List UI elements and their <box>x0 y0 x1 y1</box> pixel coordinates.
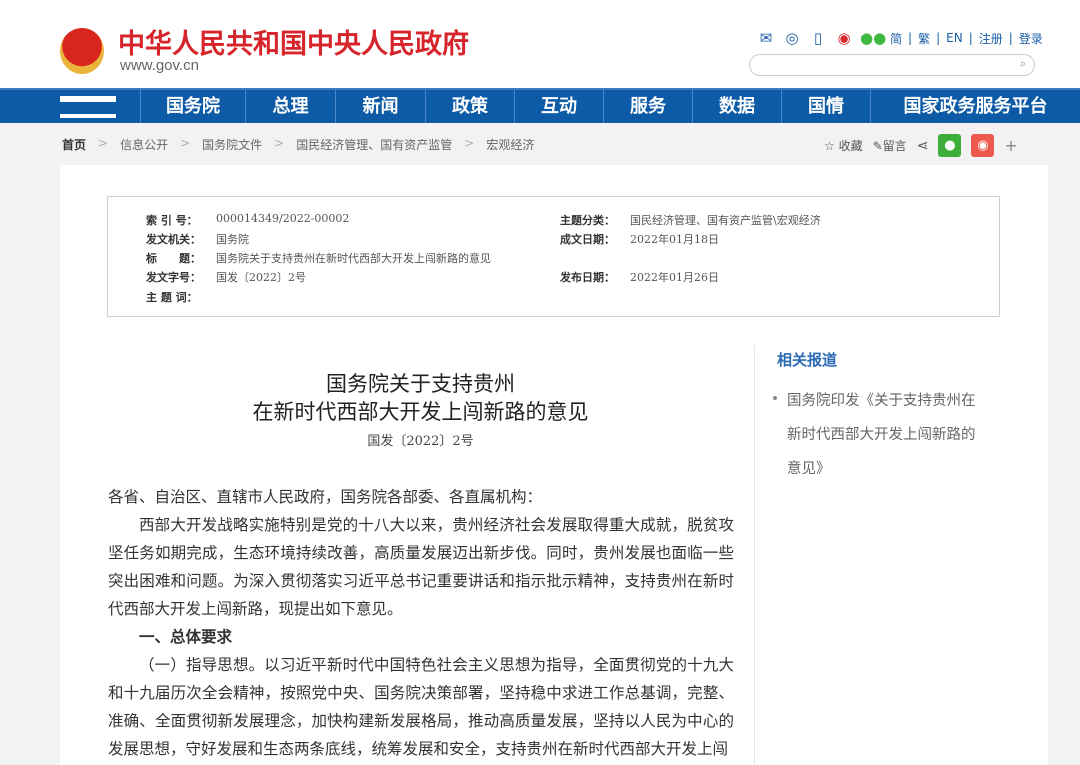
national-emblem-logo[interactable] <box>60 28 104 74</box>
meta-label: 成文日期： <box>560 233 615 246</box>
meta-issuer: 国务院 <box>216 233 249 246</box>
share-icon[interactable]: ⋖ <box>917 138 929 154</box>
nav-item-national-info[interactable]: 国情 <box>781 90 870 123</box>
nav-item-policy[interactable]: 政策 <box>425 90 514 123</box>
breadcrumb-home[interactable]: 首页 <box>62 136 86 153</box>
meta-label: 主题分类： <box>560 214 615 227</box>
top-links: ✉ ◎ ▯ ◉ ●● 简 | 繁 | EN | 注册 | 登录 <box>756 29 1043 47</box>
site-header: 中华人民共和国中央人民政府 www.gov.cn ✉ ◎ ▯ ◉ ●● 简 | 繁… <box>0 0 1080 88</box>
breadcrumb: 首页 > 信息公开 > 国务院文件 > 国民经济管理、国有资产监管 > 宏观经济 <box>62 136 535 153</box>
link-english[interactable]: EN <box>946 31 963 45</box>
search-box: ⌕ <box>749 54 1035 76</box>
meta-docno: 国发〔2022〕2号 <box>216 271 306 284</box>
site-title[interactable]: 中华人民共和国中央人民政府 <box>118 22 469 61</box>
mail-icon[interactable]: ✉ <box>756 29 776 47</box>
search-icon[interactable]: ⌕ <box>1020 57 1026 71</box>
meta-label: 发布日期： <box>560 271 615 284</box>
paragraph: （一）指导思想。以习近平新时代中国特色社会主义思想为指导，全面贯彻党的十九大和十… <box>108 656 734 758</box>
related-reports-sidebar: 相关报道 国务院印发《关于支持贵州在新时代西部大开发上闯新路的意见》 <box>754 345 994 765</box>
article-docno: 国发〔2022〕2号 <box>367 434 474 449</box>
search-input[interactable] <box>760 55 1010 76</box>
star-icon: ☆ <box>824 139 835 153</box>
wechat-icon[interactable]: ●● <box>860 29 886 47</box>
wechat-share-icon[interactable]: ● <box>938 134 962 157</box>
meta-label: 发文字号： <box>146 271 201 284</box>
weibo-icon[interactable]: ◉ <box>834 29 854 47</box>
meta-category: 国民经济管理、国有资产监管\宏观经济 <box>630 214 821 227</box>
comment-button[interactable]: ✎留言 <box>873 137 907 154</box>
mobile-icon[interactable]: ▯ <box>808 29 828 47</box>
favorite-button[interactable]: ☆ 收藏 <box>824 137 863 154</box>
link-simplified[interactable]: 简 <box>890 30 902 47</box>
site-url: www.gov.cn <box>120 57 199 74</box>
nav-item-interaction[interactable]: 互动 <box>514 90 603 123</box>
breadcrumb-item[interactable]: 国务院文件 <box>202 136 262 153</box>
share-tools: ☆ 收藏 ✎留言 ⋖ ● ◉ + <box>824 134 1018 157</box>
meta-label: 标 题： <box>146 252 201 265</box>
meta-label: 发文机关： <box>146 233 201 246</box>
nav-item-news[interactable]: 新闻 <box>335 90 425 123</box>
meta-title: 国务院关于支持贵州在新时代西部大开发上闯新路的意见 <box>216 252 491 265</box>
link-traditional[interactable]: 繁 <box>918 30 930 47</box>
document-meta-box: 索 引 号： 000014349/2022-00002 发文机关： 国务院 标 题：… <box>107 196 1000 317</box>
favorite-label: 收藏 <box>838 139 863 153</box>
related-reports-heading: 相关报道 <box>777 351 838 369</box>
title-line: 在新时代西部大开发上闯新路的意见 <box>252 400 589 424</box>
meta-label: 索 引 号： <box>146 214 198 227</box>
breadcrumb-item[interactable]: 国民经济管理、国有资产监管 <box>296 136 452 153</box>
salutation: 各省、自治区、直辖市人民政府，国务院各部委、各直属机构： <box>108 488 543 506</box>
article-title: 国务院关于支持贵州 在新时代西部大开发上闯新路的意见 <box>108 370 733 426</box>
meta-label: 主 题 词： <box>146 291 198 304</box>
nav-item-services[interactable]: 服务 <box>603 90 692 123</box>
comment-label: 留言 <box>882 139 907 153</box>
section-heading: 一、总体要求 <box>139 627 233 646</box>
nav-item-state-council[interactable]: 国务院 <box>140 90 245 123</box>
nav-item-gov-services-platform[interactable]: 国家政务服务平台 <box>870 90 1080 123</box>
meta-published: 2022年01月26日 <box>630 271 719 284</box>
more-share-button[interactable]: + <box>1004 136 1017 155</box>
meta-created: 2022年01月18日 <box>630 233 719 246</box>
meta-index: 000014349/2022-00002 <box>216 212 350 225</box>
content-panel: 索 引 号： 000014349/2022-00002 发文机关： 国务院 标 题：… <box>60 165 1048 765</box>
message-icon[interactable]: ◎ <box>782 29 802 47</box>
tiananmen-logo-icon[interactable] <box>0 90 140 123</box>
main-nav: 国务院 总理 新闻 政策 互动 服务 数据 国情 国家政务服务平台 <box>0 88 1080 123</box>
breadcrumb-item[interactable]: 宏观经济 <box>486 136 534 153</box>
article-body: 各省、自治区、直辖市人民政府，国务院各部委、各直属机构： 西部大开发战略实施特别… <box>108 483 734 763</box>
paragraph: 西部大开发战略实施特别是党的十八大以来，贵州经济社会发展取得重大成就，脱贫攻坚任… <box>108 516 734 618</box>
title-line: 国务院关于支持贵州 <box>326 372 515 396</box>
pencil-icon: ✎ <box>872 139 883 153</box>
related-report-link[interactable]: 国务院印发《关于支持贵州在新时代西部大开发上闯新路的意见》 <box>773 384 994 486</box>
breadcrumb-item[interactable]: 信息公开 <box>120 136 168 153</box>
nav-item-premier[interactable]: 总理 <box>245 90 335 123</box>
link-login[interactable]: 登录 <box>1019 30 1043 47</box>
weibo-share-icon[interactable]: ◉ <box>971 134 995 157</box>
nav-item-data[interactable]: 数据 <box>692 90 781 123</box>
link-register[interactable]: 注册 <box>979 30 1003 47</box>
